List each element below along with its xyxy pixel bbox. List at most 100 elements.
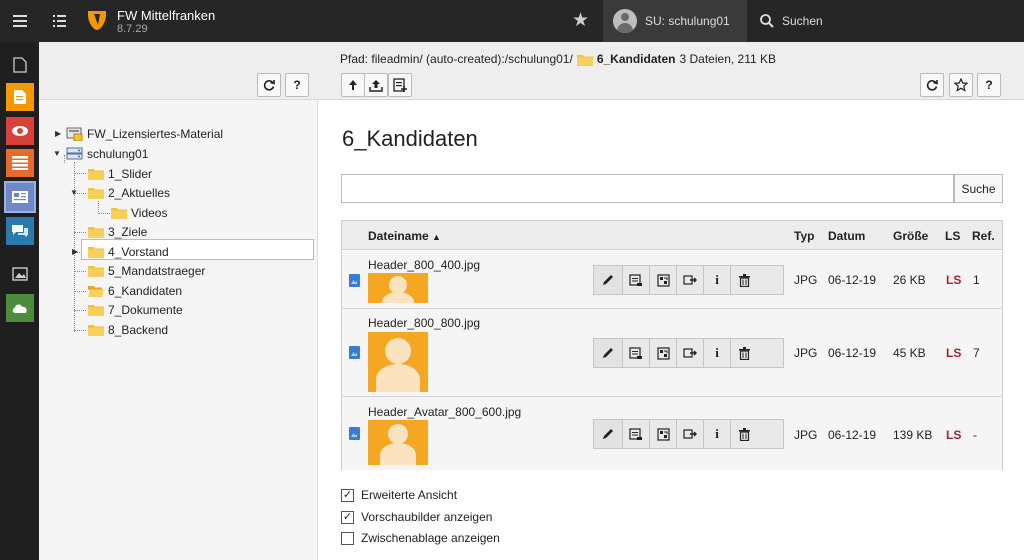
- column-header-ref[interactable]: Ref.: [972, 229, 995, 243]
- tree-item-7-dokumente[interactable]: 7_Dokumente: [88, 300, 183, 319]
- new-file-button[interactable]: [388, 73, 412, 97]
- upload-icon: [369, 79, 383, 92]
- checkbox-checked[interactable]: ✓: [341, 488, 354, 502]
- tree-item-schulung01[interactable]: schulung01: [66, 144, 148, 163]
- option-show-clipboard[interactable]: Zwischenablage anzeigen: [341, 531, 500, 545]
- pencil-icon[interactable]: [594, 339, 622, 367]
- upload-button[interactable]: [364, 73, 388, 97]
- expanded-arrow-icon[interactable]: ▼: [53, 149, 61, 158]
- checkbox-checked[interactable]: ✓: [341, 510, 354, 524]
- comments-module-icon[interactable]: [6, 217, 34, 245]
- row-actions: i: [593, 338, 784, 368]
- metadata-icon[interactable]: [622, 339, 649, 367]
- filelist-module-icon[interactable]: [6, 260, 34, 288]
- replace-icon[interactable]: [649, 266, 676, 294]
- reference-count[interactable]: 1: [973, 273, 980, 287]
- search-input[interactable]: [341, 174, 954, 203]
- move-icon[interactable]: [676, 339, 703, 367]
- list-toggle-icon[interactable]: [39, 0, 79, 42]
- cloud-module-icon[interactable]: [6, 294, 34, 322]
- tree-item-1-slider[interactable]: 1_Slider: [88, 164, 152, 183]
- tree-item-fw-lizensiertes-material[interactable]: FW_Lizensiertes-Material: [66, 124, 223, 143]
- file-name[interactable]: Header_800_800.jpg: [368, 316, 480, 330]
- tree-item-4-vorstand[interactable]: 4_Vorstand: [88, 242, 169, 261]
- global-search[interactable]: Suchen: [760, 0, 823, 42]
- file-type: JPG: [794, 346, 818, 360]
- tree-line: [74, 310, 86, 311]
- tree-item-6-kandidaten[interactable]: 6_Kandidaten: [88, 281, 182, 300]
- tree-item-videos[interactable]: Videos: [111, 203, 167, 222]
- file-name[interactable]: Header_Avatar_800_600.jpg: [368, 405, 521, 419]
- list-module-icon[interactable]: [6, 149, 34, 177]
- metadata-icon[interactable]: [622, 266, 649, 294]
- move-icon[interactable]: [676, 420, 703, 448]
- file-name[interactable]: Header_800_400.jpg: [368, 258, 480, 272]
- tree-line: [64, 155, 65, 163]
- expanded-arrow-icon[interactable]: ▼: [70, 188, 78, 197]
- option-show-thumbnails[interactable]: ✓ Vorschaubilder anzeigen: [341, 510, 492, 524]
- tree-line: [74, 271, 86, 272]
- tree-help-button[interactable]: ?: [285, 73, 309, 97]
- reference-count[interactable]: -: [973, 428, 977, 442]
- folder-icon: [88, 188, 104, 199]
- menu-toggle-icon[interactable]: [0, 0, 40, 42]
- thumbnail-image[interactable]: [368, 332, 428, 392]
- search-button[interactable]: Suche: [954, 174, 1003, 203]
- info-icon[interactable]: i: [703, 420, 730, 448]
- tree-item-3-ziele[interactable]: 3_Ziele: [88, 222, 147, 241]
- table-row[interactable]: Header_800_800.jpg i JPG 06-12-19 45 KB …: [342, 309, 1002, 397]
- thumbnail-image[interactable]: [368, 420, 428, 465]
- tree-line: [74, 330, 86, 331]
- site-name: FW Mittelfranken: [117, 8, 216, 23]
- trash-icon[interactable]: [730, 266, 757, 294]
- bookmarks-star-icon[interactable]: ★: [572, 9, 589, 32]
- trash-icon[interactable]: [730, 420, 757, 448]
- column-header-filename[interactable]: Dateiname ▲: [368, 229, 441, 243]
- checkbox-unchecked[interactable]: [341, 531, 354, 545]
- tree-item-8-backend[interactable]: 8_Backend: [88, 320, 168, 339]
- pencil-icon[interactable]: [594, 266, 622, 294]
- user-menu[interactable]: SU: schulung01: [603, 0, 747, 42]
- reload-button[interactable]: [920, 73, 944, 97]
- image-file-icon: [349, 274, 360, 287]
- folder-up-button[interactable]: [341, 73, 365, 97]
- replace-icon[interactable]: [649, 420, 676, 448]
- collapsed-arrow-icon[interactable]: ▶: [72, 247, 78, 256]
- file-table: Dateiname ▲ Typ Datum Größe LS Ref. Head…: [341, 220, 1003, 470]
- move-icon[interactable]: [676, 266, 703, 294]
- tree-refresh-button[interactable]: [257, 73, 281, 97]
- column-header-type[interactable]: Typ: [794, 229, 814, 243]
- table-row[interactable]: Header_800_400.jpg i JPG 06-12-19 26 KB …: [342, 251, 1002, 309]
- language-sync-status[interactable]: LS: [946, 346, 961, 360]
- table-row[interactable]: Header_Avatar_800_600.jpg i JPG 06-12-19…: [342, 397, 1002, 470]
- news-module-icon[interactable]: [4, 181, 36, 213]
- replace-icon[interactable]: [649, 339, 676, 367]
- info-icon[interactable]: i: [703, 339, 730, 367]
- tree-item-5-mandatstraeger[interactable]: 5_Mandatstraeger: [88, 261, 205, 280]
- option-extended-view[interactable]: ✓ Erweiterte Ansicht: [341, 488, 457, 502]
- page-module-icon[interactable]: [6, 51, 34, 79]
- column-header-size[interactable]: Größe: [893, 229, 928, 243]
- view-module-icon[interactable]: [6, 117, 34, 145]
- language-sync-status[interactable]: LS: [946, 428, 961, 442]
- info-icon[interactable]: i: [703, 266, 730, 294]
- thumbnail-image[interactable]: [368, 273, 428, 303]
- bookmark-button[interactable]: [949, 73, 973, 97]
- web-page-module-icon[interactable]: [6, 83, 34, 111]
- path-prefix: Pfad: fileadmin/ (auto-created):/schulun…: [340, 52, 573, 66]
- column-header-ls[interactable]: LS: [945, 229, 960, 243]
- file-date: 06-12-19: [828, 273, 877, 287]
- folder-icon: [88, 325, 104, 336]
- column-header-date[interactable]: Datum: [828, 229, 865, 243]
- reference-count[interactable]: 7: [973, 346, 980, 360]
- tree-item-2-aktuelles[interactable]: 2_Aktuelles: [88, 183, 170, 202]
- pencil-icon[interactable]: [594, 420, 622, 448]
- language-sync-status[interactable]: LS: [946, 273, 961, 287]
- trash-icon[interactable]: [730, 339, 757, 367]
- help-button[interactable]: ?: [977, 73, 1001, 97]
- folder-icon: [88, 227, 104, 238]
- collapsed-arrow-icon[interactable]: ▶: [55, 129, 61, 138]
- metadata-icon[interactable]: [622, 420, 649, 448]
- file-size: 139 KB: [893, 428, 933, 442]
- typo3-logo-icon[interactable]: [86, 8, 108, 32]
